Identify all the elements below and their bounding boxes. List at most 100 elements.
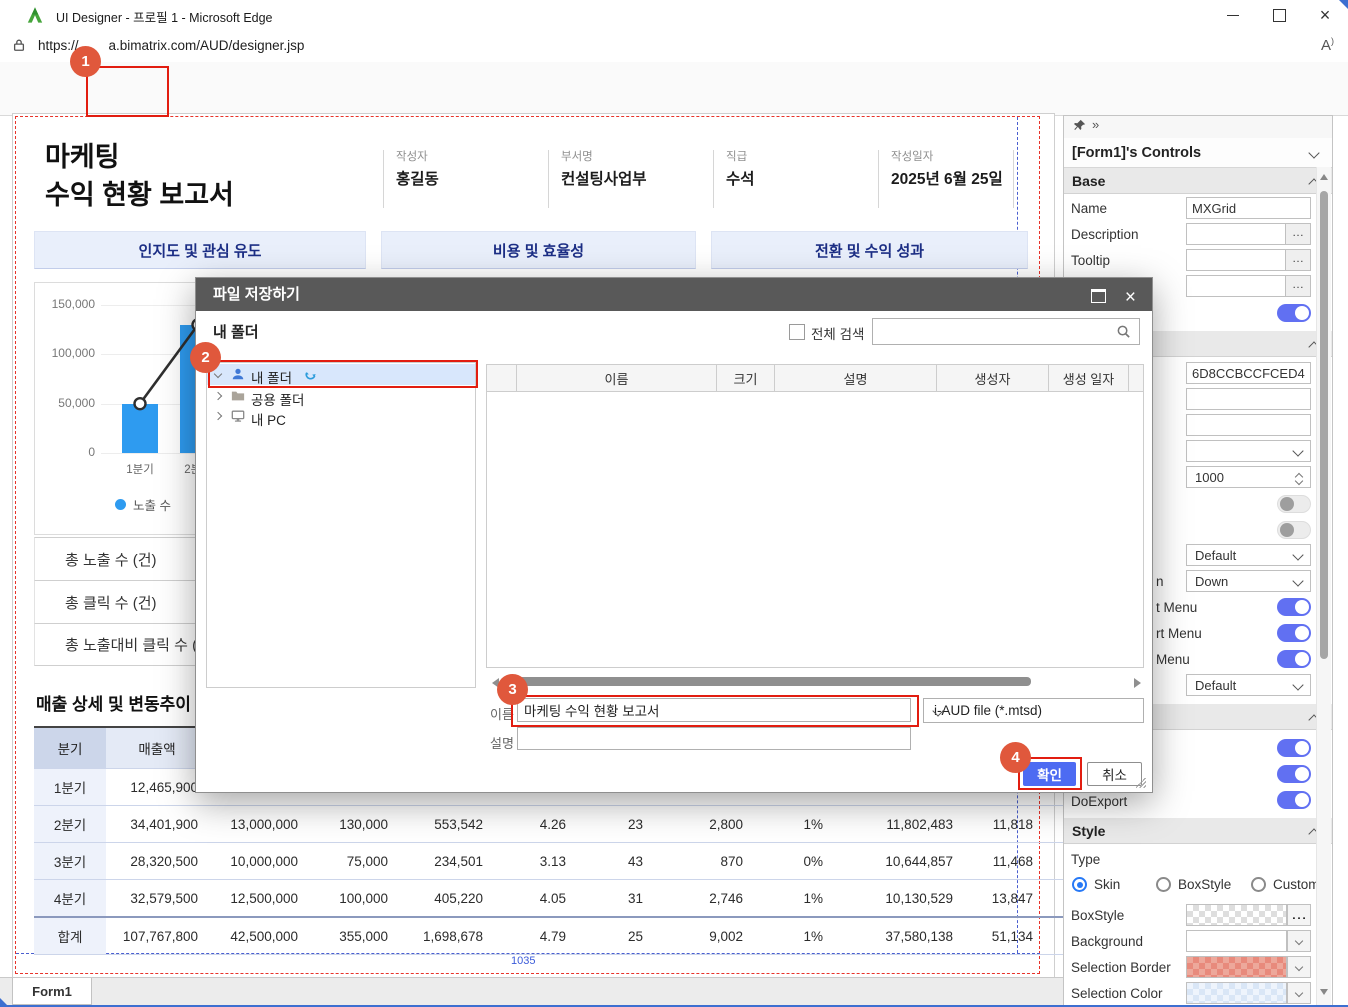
dropdown-button[interactable] (1287, 930, 1311, 952)
read-aloud-icon[interactable]: A) (1321, 36, 1334, 54)
refresh-icon[interactable] (304, 368, 317, 384)
search-icon[interactable] (1116, 324, 1131, 344)
search-input[interactable] (872, 318, 1140, 345)
section-tab[interactable]: 전환 및 수익 성과 (711, 231, 1028, 269)
prop-spinner[interactable]: 1000 (1186, 466, 1311, 488)
chevron-down-icon[interactable] (214, 370, 222, 378)
section-style[interactable]: Style (1064, 818, 1332, 844)
ellipsis-button[interactable]: … (1285, 276, 1310, 296)
resize-handle[interactable] (1136, 778, 1146, 788)
chevron-right-icon[interactable] (214, 412, 222, 420)
scroll-up-icon[interactable] (1320, 174, 1328, 180)
dialog-titlebar[interactable]: 파일 저장하기 × (196, 278, 1152, 311)
prop-toggle-on[interactable] (1277, 791, 1311, 809)
prop-select-default[interactable]: Default (1186, 544, 1311, 566)
description-input[interactable] (517, 727, 911, 750)
prop-toggle-on[interactable] (1277, 304, 1311, 322)
hscroll-right-icon[interactable] (1134, 678, 1141, 688)
meta-value: 컨설팅사업부 (561, 167, 647, 189)
prop-input[interactable] (1186, 414, 1311, 436)
prop-description-input[interactable]: … (1186, 223, 1311, 245)
meta-separator (713, 150, 714, 208)
url-bar[interactable]: https://a.bimatrix.com/AUD/designer.jsp … (0, 30, 1348, 63)
ellipsis-button[interactable]: … (1287, 904, 1311, 926)
ellipsis-button[interactable]: … (1285, 224, 1310, 244)
tree-item-shared-folder[interactable]: 공용 폴더 (207, 386, 475, 407)
table-cell: 355,000 (308, 917, 398, 955)
selection-color-swatch[interactable] (1186, 982, 1287, 1004)
prop-toggle-on[interactable] (1277, 624, 1311, 642)
chevron-down-icon (1292, 575, 1303, 586)
file-col-header[interactable]: 생성자 (937, 365, 1049, 391)
table-cell: 4.05 (493, 880, 576, 918)
section-tab[interactable]: 비용 및 효율성 (381, 231, 696, 269)
ok-button[interactable]: 확인 (1023, 762, 1076, 786)
dialog-breadcrumb: 내 폴더 (213, 321, 259, 342)
search-all-checkbox[interactable] (789, 324, 805, 340)
section-tab[interactable]: 인지도 및 관심 유도 (34, 231, 366, 269)
file-name-input[interactable] (517, 698, 911, 722)
pin-icon[interactable] (1073, 119, 1086, 137)
file-col-header[interactable]: 설명 (775, 365, 937, 391)
prop-name-input[interactable] (1186, 197, 1311, 219)
tree-item-my-pc[interactable]: 내 PC (207, 406, 475, 427)
prop-input[interactable]: … (1186, 275, 1311, 297)
dropdown-button[interactable] (1287, 982, 1311, 1004)
prop-toggle-off[interactable] (1277, 495, 1311, 513)
radio-boxstyle[interactable] (1156, 877, 1171, 892)
file-col-header[interactable]: 이름 (517, 365, 717, 391)
hscroll-thumb[interactable] (501, 677, 1031, 686)
step-marker-4: 4 (1000, 742, 1031, 773)
chevron-down-icon (1308, 147, 1319, 158)
prop-tooltip-input[interactable]: … (1186, 249, 1311, 271)
dialog-maximize-icon[interactable] (1091, 289, 1106, 303)
file-col-header[interactable]: 크기 (717, 365, 775, 391)
scrollbar-thumb[interactable] (1320, 191, 1328, 659)
radio-custom[interactable] (1251, 877, 1266, 892)
prop-toggle-on[interactable] (1277, 650, 1311, 668)
dropdown-button[interactable] (1287, 956, 1311, 978)
table-cell: 10,000,000 (208, 843, 308, 880)
table-cell: 11,468 (963, 843, 1043, 880)
prop-select-down[interactable]: Down (1186, 570, 1311, 592)
chevron-down-icon (1292, 549, 1303, 560)
page-guide-label: 1035 (511, 955, 535, 967)
dialog-close-icon[interactable]: × (1125, 281, 1136, 314)
report-title: 마케팅수익 현황 보고서 (45, 138, 234, 214)
file-list-table[interactable]: 이름크기설명생성자생성 일자 (486, 364, 1144, 668)
table-cell: 13,000,000 (208, 806, 308, 843)
meta-value: 홍길동 (396, 167, 439, 189)
selection-border-swatch[interactable] (1186, 956, 1287, 978)
chevron-right-icon[interactable] (214, 392, 222, 400)
maximize-button[interactable] (1256, 0, 1302, 30)
minimize-button[interactable] (1210, 0, 1256, 30)
collapse-panel-icon[interactable]: » (1092, 117, 1099, 132)
cancel-button[interactable]: 취소 (1087, 762, 1142, 786)
prop-toggle-off[interactable] (1277, 521, 1311, 539)
tree-item-my-folder[interactable]: 내 폴더 (207, 364, 475, 385)
radio-boxstyle-label: BoxStyle (1178, 877, 1231, 892)
meta-label: 작성일자 (891, 148, 933, 164)
prop-toggle-on[interactable] (1277, 739, 1311, 757)
background-swatch[interactable] (1186, 930, 1287, 952)
prop-label-description: Description (1071, 227, 1139, 242)
folder-tree: 내 폴더 공용 폴더 내 PC (206, 362, 476, 688)
panel-controls-bar[interactable]: [Form1]'s Controls (1064, 138, 1332, 168)
prop-select-empty[interactable] (1186, 440, 1311, 462)
tab-form1[interactable]: Form1 (12, 978, 92, 1005)
prop-select-default[interactable]: Default (1186, 674, 1311, 696)
prop-guid-input[interactable] (1186, 362, 1311, 384)
prop-input[interactable] (1186, 388, 1311, 410)
prop-toggle-on[interactable] (1277, 598, 1311, 616)
prop-toggle-on[interactable] (1277, 765, 1311, 783)
table-cell: 43 (576, 843, 653, 880)
section-base[interactable]: Base (1064, 168, 1332, 194)
radio-skin[interactable] (1072, 877, 1087, 892)
panel-scrollbar[interactable] (1316, 167, 1331, 1007)
file-type-select[interactable]: i-AUD file (*.mtsd) (923, 698, 1144, 723)
boxstyle-swatch[interactable] (1186, 904, 1287, 926)
file-col-header[interactable]: 생성 일자 (1049, 365, 1129, 391)
radio-skin-label: Skin (1094, 877, 1120, 892)
ellipsis-button[interactable]: … (1285, 250, 1310, 270)
scroll-down-icon[interactable] (1320, 989, 1328, 995)
